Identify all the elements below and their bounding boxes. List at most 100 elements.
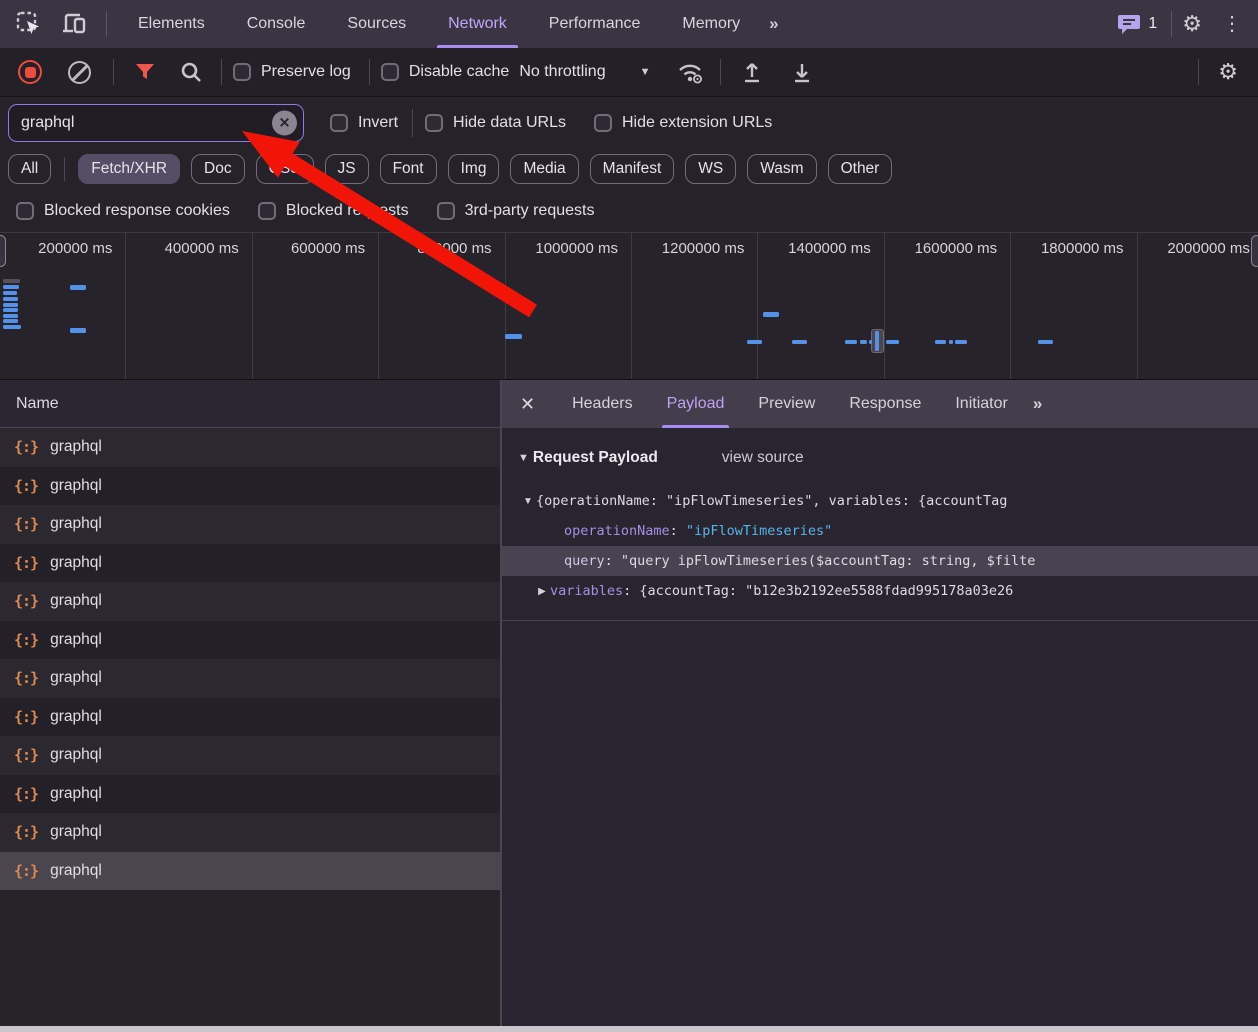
filter-funnel-icon[interactable] (133, 60, 157, 84)
timeline-tick: 1800000 ms (1011, 233, 1137, 379)
waterfall-bar (955, 340, 967, 344)
settings-gear-icon[interactable]: ⚙ (1182, 13, 1202, 35)
tab-performance[interactable]: Performance (528, 0, 662, 48)
message-bubble-icon (1117, 13, 1141, 35)
3rd-party-requests-checkbox[interactable]: 3rd-party requests (437, 202, 595, 220)
waterfall-bar (949, 340, 953, 344)
tab-sources[interactable]: Sources (326, 0, 427, 48)
table-row[interactable]: {:}graphql (0, 775, 500, 814)
hide-extension-urls-checkbox[interactable]: Hide extension URLs (594, 114, 772, 132)
detail-tab-preview[interactable]: Preview (741, 380, 832, 428)
table-row[interactable]: {:}graphql (0, 621, 500, 660)
json-request-icon: {:} (14, 708, 38, 726)
collapse-triangle-icon[interactable]: ▼ (518, 452, 529, 464)
import-har-icon[interactable] (790, 60, 814, 84)
json-key: variables (550, 583, 623, 599)
chip-media[interactable]: Media (510, 154, 578, 184)
checkbox (233, 63, 251, 81)
close-icon[interactable]: ✕ (520, 394, 535, 415)
table-row[interactable]: {:}graphql (0, 736, 500, 775)
table-row[interactable]: {:}graphql (0, 813, 500, 852)
chip-img[interactable]: Img (448, 154, 500, 184)
waterfall-bar (860, 340, 867, 344)
table-row[interactable]: {:}graphql (0, 582, 500, 621)
chip-ws[interactable]: WS (685, 154, 736, 184)
detail-tab-response[interactable]: Response (832, 380, 938, 428)
timeline-tick: 400000 ms (126, 233, 252, 379)
network-overview-timeline[interactable]: 200000 ms400000 ms600000 ms800000 ms1000… (0, 232, 1258, 380)
disable-cache-label: Disable cache (409, 63, 510, 81)
kebab-menu-icon[interactable]: ⋮ (1222, 14, 1242, 34)
detail-tab-initiator[interactable]: Initiator (938, 380, 1024, 428)
more-tabs-icon[interactable]: » (769, 14, 776, 34)
table-row[interactable]: {:}graphql (0, 659, 500, 698)
hide-data-urls-checkbox[interactable]: Hide data URLs (425, 114, 566, 132)
json-request-icon: {:} (14, 746, 38, 764)
view-source-link[interactable]: view source (722, 449, 804, 467)
detail-tab-payload[interactable]: Payload (650, 380, 742, 428)
chip-manifest[interactable]: Manifest (590, 154, 675, 184)
chip-js[interactable]: JS (325, 154, 369, 184)
divider (502, 620, 1258, 621)
timeline-left-handle[interactable] (0, 235, 6, 267)
search-icon[interactable] (179, 60, 203, 84)
waterfall-bar (70, 328, 86, 333)
table-row[interactable]: {:}graphql (0, 852, 500, 891)
tab-memory[interactable]: Memory (661, 0, 761, 48)
payload-tree-line[interactable]: operationName: "ipFlowTimeseries" (502, 516, 1258, 546)
chip-css[interactable]: CSS (256, 154, 314, 184)
json-text: {accountTag: "b12e3b2192ee5588fdad995178… (639, 583, 1013, 599)
detail-tab-headers[interactable]: Headers (555, 380, 649, 428)
inspect-element-icon[interactable] (12, 7, 46, 41)
chip-wasm[interactable]: Wasm (747, 154, 816, 184)
payload-tree-line[interactable]: ▶variables: {accountTag: "b12e3b2192ee55… (502, 576, 1258, 606)
name-column-header[interactable]: Name (0, 380, 500, 428)
tab-elements[interactable]: Elements (117, 0, 226, 48)
payload-tree-line[interactable]: ▼{operationName: "ipFlowTimeseries", var… (502, 486, 1258, 516)
network-settings-gear-icon[interactable]: ⚙ (1218, 61, 1238, 83)
clear-filter-icon[interactable]: ✕ (272, 110, 297, 135)
waterfall-bar (886, 340, 899, 344)
chip-other[interactable]: Other (828, 154, 893, 184)
waterfall-bar (845, 340, 857, 344)
preserve-log-checkbox[interactable]: Preserve log (233, 63, 351, 81)
table-row[interactable]: {:}graphql (0, 698, 500, 737)
json-key: operationName (564, 523, 670, 539)
export-har-icon[interactable] (740, 60, 764, 84)
chip-doc[interactable]: Doc (191, 154, 245, 184)
toggle-device-toolbar-icon[interactable] (58, 7, 92, 41)
table-row[interactable]: {:}graphql (0, 544, 500, 583)
messages-badge[interactable]: 1 (1117, 13, 1157, 35)
checkbox (330, 114, 348, 132)
chip-fetch-xhr[interactable]: Fetch/XHR (78, 154, 180, 184)
checkbox (16, 202, 34, 220)
tab-network[interactable]: Network (427, 0, 528, 48)
expanded-triangle-icon[interactable]: ▼ (520, 496, 536, 507)
clear-network-log-button[interactable] (68, 61, 91, 84)
table-row[interactable]: {:}graphql (0, 467, 500, 506)
blocked-requests-checkbox[interactable]: Blocked requests (258, 202, 409, 220)
tab-console[interactable]: Console (226, 0, 327, 48)
table-row[interactable]: {:}graphql (0, 505, 500, 544)
blocked-response-cookies-checkbox[interactable]: Blocked response cookies (16, 202, 230, 220)
record-network-log-button[interactable] (18, 60, 42, 84)
payload-tree-line[interactable]: query: "query ipFlowTimeseries($accountT… (502, 546, 1258, 576)
request-name: graphql (50, 554, 102, 572)
collapsed-triangle-icon[interactable]: ▶ (534, 586, 550, 597)
filter-input[interactable]: graphql ✕ (8, 104, 304, 142)
timeline-right-handle[interactable] (1251, 235, 1258, 267)
divider (412, 109, 413, 137)
waterfall-bar (935, 340, 946, 344)
network-conditions-icon[interactable] (676, 59, 704, 85)
chip-font[interactable]: Font (380, 154, 437, 184)
waterfall-bar (3, 303, 18, 307)
divider (1198, 59, 1199, 85)
chip-all[interactable]: All (8, 154, 51, 184)
waterfall-bar (3, 291, 17, 295)
table-row[interactable]: {:}graphql (0, 428, 500, 467)
throttling-dropdown[interactable]: No throttling ▼ (519, 63, 650, 81)
disable-cache-checkbox[interactable]: Disable cache (381, 63, 510, 81)
more-detail-tabs-icon[interactable]: » (1033, 394, 1040, 414)
json-request-icon: {:} (14, 477, 38, 495)
invert-checkbox[interactable]: Invert (330, 114, 398, 132)
